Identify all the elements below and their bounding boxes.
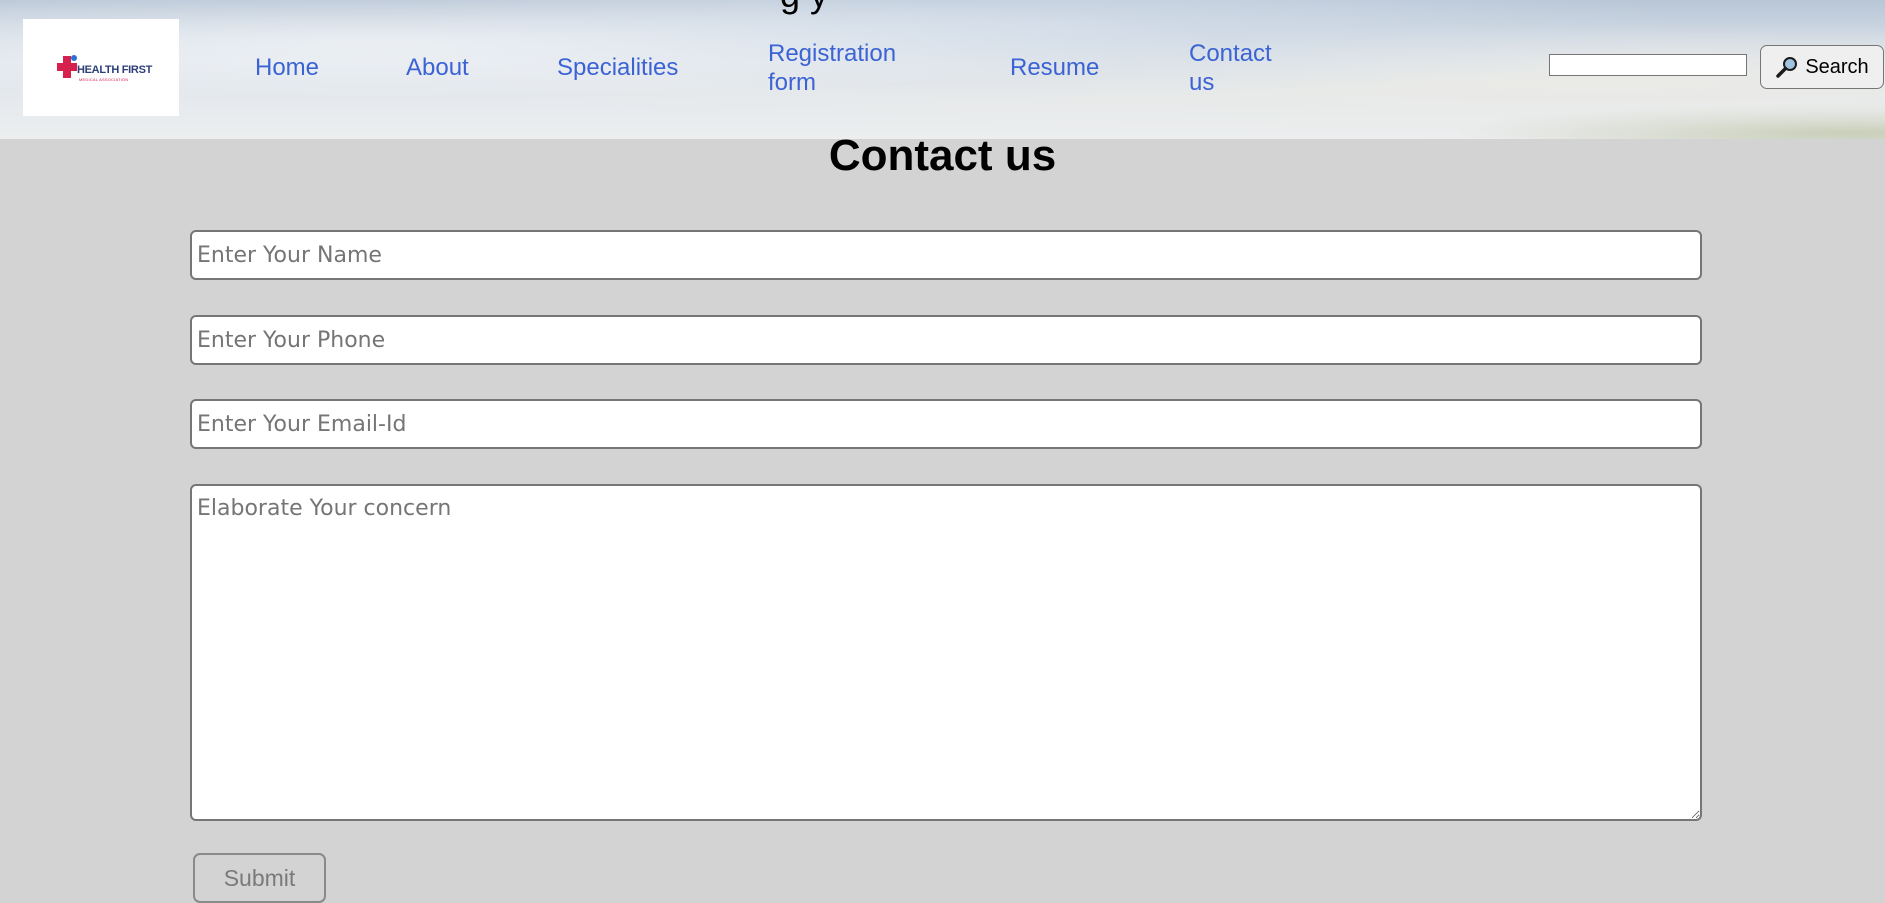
phone-input[interactable]	[190, 315, 1702, 365]
nav-link-specialities[interactable]: Specialities	[557, 53, 678, 82]
logo[interactable]: HEALTH FIRST MEDICAL ASSOCIATION	[23, 19, 179, 116]
nav-link-registration-form[interactable]: Registration form	[768, 39, 933, 97]
nav-link-home[interactable]: Home	[255, 53, 319, 82]
email-input[interactable]	[190, 399, 1702, 449]
search-button-label: Search	[1805, 55, 1869, 78]
page-title: Contact us	[828, 131, 1057, 180]
name-input[interactable]	[190, 230, 1702, 280]
banner-text-clipped: g y	[780, 0, 828, 16]
site-header: g y HEALTH FIRST MEDICAL ASSOCIATION Hom…	[0, 0, 1885, 139]
search-button[interactable]: Search	[1760, 45, 1884, 89]
nav-link-contact-us[interactable]: Contact us	[1189, 39, 1289, 97]
logo-subtitle: MEDICAL ASSOCIATION	[79, 77, 129, 82]
nav-link-about[interactable]: About	[406, 53, 469, 82]
magnifier-icon	[1776, 57, 1798, 78]
concern-textarea[interactable]	[190, 484, 1702, 821]
medical-cross-icon	[57, 55, 77, 78]
search-input[interactable]	[1549, 54, 1747, 76]
nav-link-resume[interactable]: Resume	[1010, 53, 1099, 82]
logo-brand: HEALTH FIRST	[77, 64, 153, 76]
